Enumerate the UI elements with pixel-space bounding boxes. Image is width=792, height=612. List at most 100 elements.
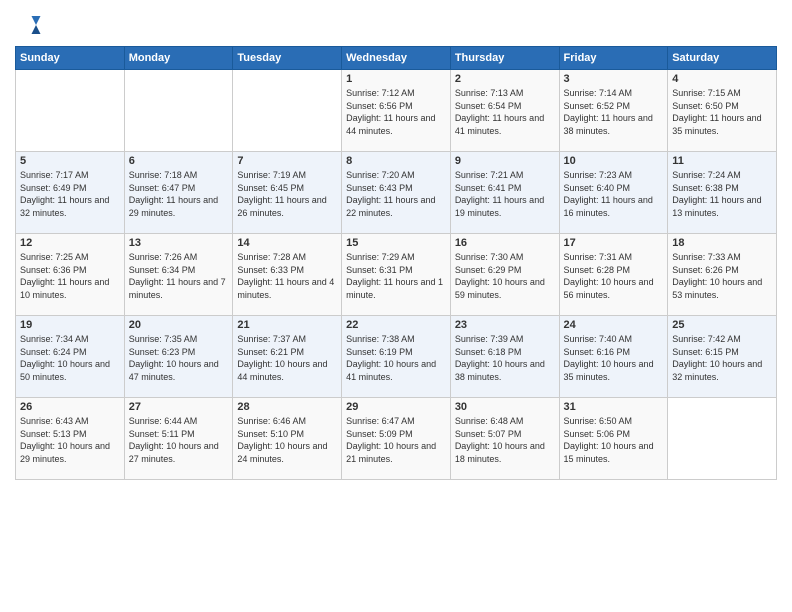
calendar-cell: 25 Sunrise: 7:42 AM Sunset: 6:15 PM Dayli…	[668, 316, 777, 398]
day-header-wednesday: Wednesday	[342, 47, 451, 70]
calendar-cell: 31 Sunrise: 6:50 AM Sunset: 5:06 PM Dayli…	[559, 398, 668, 480]
cell-info: Sunrise: 6:48 AM Sunset: 5:07 PM Dayligh…	[455, 415, 555, 465]
day-number: 2	[455, 73, 555, 85]
calendar-cell: 24 Sunrise: 7:40 AM Sunset: 6:16 PM Dayli…	[559, 316, 668, 398]
cell-info: Sunrise: 7:31 AM Sunset: 6:28 PM Dayligh…	[564, 251, 664, 301]
calendar-cell: 11 Sunrise: 7:24 AM Sunset: 6:38 PM Dayli…	[668, 152, 777, 234]
day-number: 31	[564, 401, 664, 413]
day-number: 25	[672, 319, 772, 331]
calendar-cell: 17 Sunrise: 7:31 AM Sunset: 6:28 PM Dayli…	[559, 234, 668, 316]
cell-info: Sunrise: 7:42 AM Sunset: 6:15 PM Dayligh…	[672, 333, 772, 383]
cell-info: Sunrise: 7:20 AM Sunset: 6:43 PM Dayligh…	[346, 169, 446, 219]
calendar-cell: 3 Sunrise: 7:14 AM Sunset: 6:52 PM Daylig…	[559, 70, 668, 152]
cell-info: Sunrise: 7:33 AM Sunset: 6:26 PM Dayligh…	[672, 251, 772, 301]
cell-info: Sunrise: 7:37 AM Sunset: 6:21 PM Dayligh…	[237, 333, 337, 383]
calendar-week-2: 5 Sunrise: 7:17 AM Sunset: 6:49 PM Daylig…	[16, 152, 777, 234]
header	[15, 10, 777, 40]
cell-info: Sunrise: 7:21 AM Sunset: 6:41 PM Dayligh…	[455, 169, 555, 219]
cell-info: Sunrise: 7:15 AM Sunset: 6:50 PM Dayligh…	[672, 87, 772, 137]
day-number: 16	[455, 237, 555, 249]
calendar-cell: 21 Sunrise: 7:37 AM Sunset: 6:21 PM Dayli…	[233, 316, 342, 398]
cell-info: Sunrise: 6:44 AM Sunset: 5:11 PM Dayligh…	[129, 415, 229, 465]
day-number: 18	[672, 237, 772, 249]
cell-info: Sunrise: 7:24 AM Sunset: 6:38 PM Dayligh…	[672, 169, 772, 219]
day-number: 30	[455, 401, 555, 413]
calendar-cell: 16 Sunrise: 7:30 AM Sunset: 6:29 PM Dayli…	[450, 234, 559, 316]
cell-info: Sunrise: 7:19 AM Sunset: 6:45 PM Dayligh…	[237, 169, 337, 219]
calendar-cell: 14Sunrise: 7:28 AM Sunset: 6:33 PM Dayli…	[233, 234, 342, 316]
calendar-cell	[124, 70, 233, 152]
calendar-week-4: 19 Sunrise: 7:34 AM Sunset: 6:24 PM Dayli…	[16, 316, 777, 398]
day-number: 22	[346, 319, 446, 331]
cell-info: Sunrise: 7:25 AM Sunset: 6:36 PM Dayligh…	[20, 251, 120, 301]
calendar-cell: 28Sunrise: 6:46 AM Sunset: 5:10 PM Dayli…	[233, 398, 342, 480]
day-number: 27	[129, 401, 229, 413]
day-header-friday: Friday	[559, 47, 668, 70]
calendar-cell: 26 Sunrise: 6:43 AM Sunset: 5:13 PM Dayli…	[16, 398, 125, 480]
cell-info: Sunrise: 6:47 AM Sunset: 5:09 PM Dayligh…	[346, 415, 446, 465]
calendar-cell: 5 Sunrise: 7:17 AM Sunset: 6:49 PM Daylig…	[16, 152, 125, 234]
cell-info: Sunrise: 7:29 AM Sunset: 6:31 PM Dayligh…	[346, 251, 446, 301]
day-number: 24	[564, 319, 664, 331]
day-number: 14	[237, 237, 337, 249]
calendar-cell: 6Sunrise: 7:18 AM Sunset: 6:47 PM Daylig…	[124, 152, 233, 234]
cell-info: Sunrise: 7:38 AM Sunset: 6:19 PM Dayligh…	[346, 333, 446, 383]
logo	[15, 10, 49, 40]
day-header-sunday: Sunday	[16, 47, 125, 70]
calendar-cell: 30 Sunrise: 6:48 AM Sunset: 5:07 PM Dayli…	[450, 398, 559, 480]
day-number: 23	[455, 319, 555, 331]
cell-info: Sunrise: 7:40 AM Sunset: 6:16 PM Dayligh…	[564, 333, 664, 383]
day-header-tuesday: Tuesday	[233, 47, 342, 70]
calendar-cell: 9 Sunrise: 7:21 AM Sunset: 6:41 PM Daylig…	[450, 152, 559, 234]
calendar-cell: 7 Sunrise: 7:19 AM Sunset: 6:45 PM Daylig…	[233, 152, 342, 234]
cell-info: Sunrise: 7:35 AM Sunset: 6:23 PM Dayligh…	[129, 333, 229, 383]
calendar-cell: 15Sunrise: 7:29 AM Sunset: 6:31 PM Dayli…	[342, 234, 451, 316]
day-header-monday: Monday	[124, 47, 233, 70]
cell-info: Sunrise: 7:17 AM Sunset: 6:49 PM Dayligh…	[20, 169, 120, 219]
calendar-week-1: 1 Sunrise: 7:12 AM Sunset: 6:56 PM Daylig…	[16, 70, 777, 152]
cell-info: Sunrise: 7:13 AM Sunset: 6:54 PM Dayligh…	[455, 87, 555, 137]
cell-info: Sunrise: 6:43 AM Sunset: 5:13 PM Dayligh…	[20, 415, 120, 465]
cell-info: Sunrise: 7:26 AM Sunset: 6:34 PM Dayligh…	[129, 251, 229, 301]
calendar-week-5: 26 Sunrise: 6:43 AM Sunset: 5:13 PM Dayli…	[16, 398, 777, 480]
day-number: 19	[20, 319, 120, 331]
day-number: 13	[129, 237, 229, 249]
calendar-week-3: 12 Sunrise: 7:25 AM Sunset: 6:36 PM Dayli…	[16, 234, 777, 316]
calendar-cell: 20Sunrise: 7:35 AM Sunset: 6:23 PM Dayli…	[124, 316, 233, 398]
calendar-cell: 4 Sunrise: 7:15 AM Sunset: 6:50 PM Daylig…	[668, 70, 777, 152]
logo-icon	[15, 10, 45, 40]
cell-info: Sunrise: 6:50 AM Sunset: 5:06 PM Dayligh…	[564, 415, 664, 465]
calendar-table: SundayMondayTuesdayWednesdayThursdayFrid…	[15, 46, 777, 480]
calendar-cell: 18 Sunrise: 7:33 AM Sunset: 6:26 PM Dayli…	[668, 234, 777, 316]
cell-info: Sunrise: 7:14 AM Sunset: 6:52 PM Dayligh…	[564, 87, 664, 137]
day-number: 5	[20, 155, 120, 167]
calendar-cell: 22 Sunrise: 7:38 AM Sunset: 6:19 PM Dayli…	[342, 316, 451, 398]
calendar-header-row: SundayMondayTuesdayWednesdayThursdayFrid…	[16, 47, 777, 70]
day-number: 4	[672, 73, 772, 85]
day-header-thursday: Thursday	[450, 47, 559, 70]
cell-info: Sunrise: 7:12 AM Sunset: 6:56 PM Dayligh…	[346, 87, 446, 137]
day-number: 1	[346, 73, 446, 85]
calendar-cell: 13 Sunrise: 7:26 AM Sunset: 6:34 PM Dayli…	[124, 234, 233, 316]
calendar-cell: 12 Sunrise: 7:25 AM Sunset: 6:36 PM Dayli…	[16, 234, 125, 316]
calendar-cell: 29 Sunrise: 6:47 AM Sunset: 5:09 PM Dayli…	[342, 398, 451, 480]
day-number: 9	[455, 155, 555, 167]
day-number: 11	[672, 155, 772, 167]
day-number: 21	[237, 319, 337, 331]
day-number: 17	[564, 237, 664, 249]
calendar-cell: 8 Sunrise: 7:20 AM Sunset: 6:43 PM Daylig…	[342, 152, 451, 234]
cell-info: Sunrise: 7:30 AM Sunset: 6:29 PM Dayligh…	[455, 251, 555, 301]
day-number: 26	[20, 401, 120, 413]
cell-info: Sunrise: 7:34 AM Sunset: 6:24 PM Dayligh…	[20, 333, 120, 383]
day-number: 3	[564, 73, 664, 85]
calendar-cell	[16, 70, 125, 152]
day-number: 12	[20, 237, 120, 249]
calendar-cell	[233, 70, 342, 152]
cell-info: Sunrise: 7:39 AM Sunset: 6:18 PM Dayligh…	[455, 333, 555, 383]
day-number: 28	[237, 401, 337, 413]
day-number: 29	[346, 401, 446, 413]
day-number: 8	[346, 155, 446, 167]
day-header-saturday: Saturday	[668, 47, 777, 70]
day-number: 7	[237, 155, 337, 167]
cell-info: Sunrise: 7:18 AM Sunset: 6:47 PM Dayligh…	[129, 169, 229, 219]
